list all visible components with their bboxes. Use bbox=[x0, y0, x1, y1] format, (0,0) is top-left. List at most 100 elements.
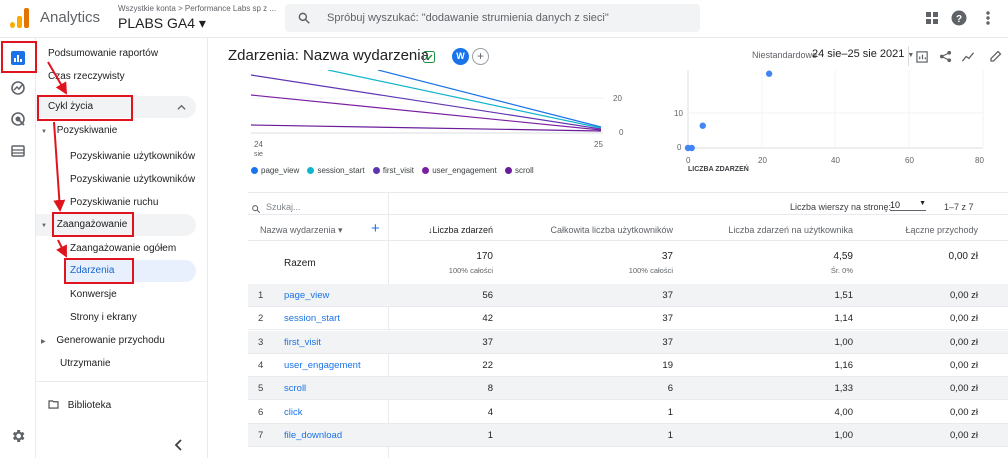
rows-per-page-select[interactable]: 10 ▼ bbox=[890, 200, 926, 211]
table-row[interactable]: 3 first_visit 37 37 1,00 0,00 zł bbox=[248, 330, 1008, 354]
account-breadcrumb[interactable]: Wszystkie konta > Performance Labs sp z … bbox=[118, 4, 276, 13]
table-search-input[interactable]: Szukaj... bbox=[266, 202, 301, 212]
cell-events-per-user: 1,00 bbox=[834, 429, 854, 441]
caret-down-icon: ▼ bbox=[41, 129, 47, 135]
column-header-events-per-user[interactable]: Liczba zdarzeń na użytkownika bbox=[688, 225, 853, 235]
series-line-user-engagement bbox=[250, 94, 602, 131]
scatter-point[interactable] bbox=[688, 144, 695, 152]
legend-dot bbox=[307, 167, 315, 174]
rows-per-page-label: Liczba wierszy na stronę: bbox=[790, 202, 892, 212]
nav-item-label: Biblioteka bbox=[67, 400, 112, 411]
collapse-nav-icon[interactable] bbox=[174, 439, 184, 451]
svg-text:?: ? bbox=[956, 14, 962, 25]
more-vert-icon[interactable] bbox=[980, 10, 996, 26]
x-tick: 40 bbox=[831, 156, 840, 165]
nav-item-lifecycle[interactable]: Cykl życia bbox=[36, 96, 196, 118]
nav-item-pages-screens[interactable]: Strony i ekrany bbox=[70, 307, 206, 329]
property-selector[interactable]: PLABS GA4 ▾ bbox=[118, 15, 206, 32]
event-name-link[interactable]: page_view bbox=[284, 290, 329, 301]
legend-item[interactable]: user_engagement bbox=[432, 166, 497, 175]
legend-item[interactable]: session_start bbox=[317, 166, 364, 175]
nav-group-acquisition[interactable]: ▼ Pozyskiwanie bbox=[41, 120, 199, 142]
table-row[interactable]: 5 scroll 8 6 1,33 0,00 zł bbox=[248, 377, 1008, 401]
nav-item-retention[interactable]: Utrzymanie bbox=[60, 353, 206, 375]
column-header-total-users[interactable]: Całkowita liczba użytkowników bbox=[508, 225, 673, 235]
row-index: 5 bbox=[258, 383, 264, 395]
nav-item-conversions[interactable]: Konwersje bbox=[70, 284, 206, 306]
explore-icon[interactable] bbox=[10, 80, 26, 96]
event-name-link[interactable]: scroll bbox=[284, 383, 306, 394]
scatter-point[interactable] bbox=[765, 70, 773, 77]
table-row[interactable]: 1 page_view 56 37 1,51 0,00 zł bbox=[248, 284, 1008, 307]
legend-item[interactable]: page_view bbox=[261, 166, 299, 175]
column-header-revenue[interactable]: Łączne przychody bbox=[868, 225, 978, 235]
date-range-picker[interactable]: 24 sie–25 sie 2021 ▼ bbox=[812, 48, 914, 60]
advertising-icon[interactable] bbox=[10, 111, 26, 127]
reports-icon[interactable] bbox=[10, 50, 26, 66]
date-range-text: 24 sie–25 sie 2021 bbox=[812, 48, 905, 60]
nav-group-monetization[interactable]: ▶ Generowanie przychodu bbox=[41, 330, 199, 352]
table-row[interactable]: 4 user_engagement 22 19 1,16 0,00 zł bbox=[248, 354, 1008, 377]
event-name-link[interactable]: session_start bbox=[284, 313, 340, 324]
event-name-link[interactable]: click bbox=[284, 407, 302, 418]
event-name-link[interactable]: first_visit bbox=[284, 337, 321, 348]
column-header-event-name[interactable]: Nazwa wydarzenia ▾ bbox=[260, 225, 343, 236]
share-icon[interactable] bbox=[939, 50, 952, 63]
search-icon bbox=[252, 205, 261, 214]
legend-item[interactable]: first_visit bbox=[383, 166, 414, 175]
table-row[interactable]: 7 file_download 1 1 1,00 0,00 zł bbox=[248, 423, 1008, 447]
settings-icon[interactable] bbox=[10, 428, 26, 444]
search-placeholder: Spróbuj wyszukać: "dodawanie strumienia … bbox=[327, 12, 609, 24]
x-tick: 80 bbox=[975, 156, 984, 165]
analytics-logo-icon[interactable] bbox=[10, 8, 30, 28]
event-name-link[interactable]: file_download bbox=[284, 430, 342, 441]
total-label: Razem bbox=[284, 258, 316, 269]
nav-item-label: Cykl życia bbox=[48, 101, 94, 112]
configure-icon[interactable] bbox=[10, 143, 26, 159]
legend-dot bbox=[372, 167, 380, 174]
search-box[interactable]: Spróbuj wyszukać: "dodawanie strumienia … bbox=[285, 4, 700, 32]
cell-events-per-user: 1,16 bbox=[834, 359, 854, 371]
nav-item-traffic-acquisition[interactable]: Pozyskiwanie ruchu bbox=[70, 192, 206, 214]
nav-item-events[interactable]: Zdarzenia bbox=[64, 260, 196, 282]
nav-item-realtime[interactable]: Czas rzeczywisty bbox=[48, 66, 206, 88]
top-bar: Analytics Wszystkie konta > Performance … bbox=[0, 0, 1008, 38]
apps-icon[interactable] bbox=[924, 10, 940, 26]
avatar[interactable]: W bbox=[452, 48, 469, 65]
scatter-points bbox=[684, 70, 773, 152]
table-row[interactable]: 2 session_start 42 37 1,14 0,00 zł bbox=[248, 307, 1008, 331]
chevron-up-icon bbox=[177, 104, 186, 110]
cell-total-users: 1 bbox=[667, 429, 673, 441]
cell-total-users: 37 bbox=[662, 290, 673, 301]
add-comparison-icon[interactable]: + bbox=[472, 48, 489, 65]
insights-icon[interactable] bbox=[961, 50, 975, 63]
cell-event-count: 37 bbox=[482, 336, 493, 348]
cell-events-per-user: 4,00 bbox=[834, 406, 854, 418]
date-preset-label[interactable]: Niestandardowe bbox=[752, 50, 817, 60]
cell-total-users: 6 bbox=[667, 383, 673, 395]
nav-item-reports-snapshot[interactable]: Podsumowanie raportów bbox=[48, 43, 206, 65]
edit-icon[interactable] bbox=[990, 50, 1002, 62]
total-events: 170 bbox=[476, 251, 493, 262]
customize-report-icon[interactable] bbox=[916, 50, 929, 63]
nav-item-user-acquisition[interactable]: Pozyskiwanie użytkowników bbox=[70, 169, 206, 191]
nav-item-acquisition-overview[interactable]: Pozyskiwanie użytkowników bbox=[70, 146, 206, 168]
cell-event-count: 8 bbox=[487, 383, 493, 395]
nav-group-engagement[interactable]: ▼ Zaangażowanie bbox=[36, 214, 196, 236]
row-index: 2 bbox=[258, 313, 264, 325]
legend-item[interactable]: scroll bbox=[515, 166, 534, 175]
series-line-first-visit bbox=[250, 74, 602, 130]
table-row[interactable]: 6 click 4 1 4,00 0,00 zł bbox=[248, 401, 1008, 424]
check-badge-icon[interactable] bbox=[423, 51, 435, 63]
scatter-point[interactable] bbox=[699, 122, 706, 129]
chart-legend: page_view session_start first_visit user… bbox=[251, 166, 534, 175]
nav-item-library[interactable]: Biblioteka bbox=[48, 395, 206, 417]
column-header-event-count[interactable]: ↓Liczba zdarzeń bbox=[398, 225, 493, 235]
table-divider bbox=[248, 240, 1008, 241]
help-icon[interactable]: ? bbox=[951, 10, 967, 26]
nav-item-engagement-overview[interactable]: Zaangażowanie ogółem bbox=[70, 238, 206, 260]
add-dimension-icon[interactable]: + bbox=[371, 220, 380, 237]
event-name-link[interactable]: user_engagement bbox=[284, 360, 361, 371]
total-per-user-sub: Śr. 0% bbox=[830, 266, 853, 275]
y-tick: 20 bbox=[613, 94, 622, 103]
